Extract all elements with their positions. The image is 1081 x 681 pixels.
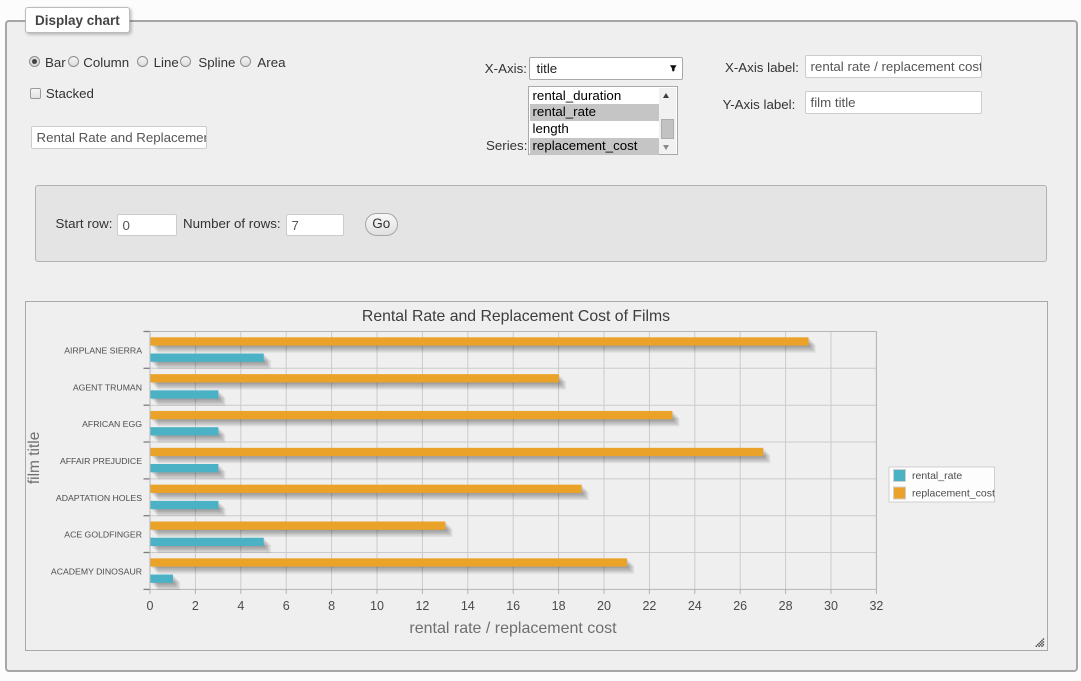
- svg-text:rental_rate: rental_rate: [912, 470, 962, 482]
- svg-text:14: 14: [461, 599, 475, 613]
- svg-text:4: 4: [237, 599, 244, 613]
- svg-text:18: 18: [552, 599, 566, 613]
- svg-text:30: 30: [824, 599, 838, 613]
- svg-text:2: 2: [192, 599, 199, 613]
- svg-text:20: 20: [597, 599, 611, 613]
- svg-text:26: 26: [733, 599, 747, 613]
- svg-text:12: 12: [415, 599, 429, 613]
- svg-text:ACE GOLDFINGER: ACE GOLDFINGER: [64, 530, 142, 540]
- svg-text:Rental Rate and Replacement Co: Rental Rate and Replacement Cost of Film…: [362, 308, 670, 325]
- svg-text:8: 8: [328, 599, 335, 613]
- svg-text:ADAPTATION HOLES: ADAPTATION HOLES: [56, 493, 142, 503]
- svg-text:AIRPLANE SIERRA: AIRPLANE SIERRA: [64, 345, 142, 355]
- svg-text:AFRICAN EGG: AFRICAN EGG: [82, 419, 142, 429]
- svg-text:film title: film title: [26, 432, 43, 485]
- svg-text:10: 10: [370, 599, 384, 613]
- svg-text:AGENT TRUMAN: AGENT TRUMAN: [73, 382, 142, 392]
- svg-text:24: 24: [688, 599, 702, 613]
- svg-text:16: 16: [506, 599, 520, 613]
- svg-text:rental rate / replacement cost: rental rate / replacement cost: [409, 620, 617, 637]
- svg-text:AFFAIR PREJUDICE: AFFAIR PREJUDICE: [60, 456, 142, 466]
- svg-text:replacement_cost: replacement_cost: [912, 488, 995, 500]
- svg-text:6: 6: [283, 599, 290, 613]
- svg-text:32: 32: [869, 599, 883, 613]
- svg-text:ACADEMY DINOSAUR: ACADEMY DINOSAUR: [51, 567, 142, 577]
- svg-text:22: 22: [642, 599, 656, 613]
- svg-text:28: 28: [779, 599, 793, 613]
- svg-text:0: 0: [147, 599, 154, 613]
